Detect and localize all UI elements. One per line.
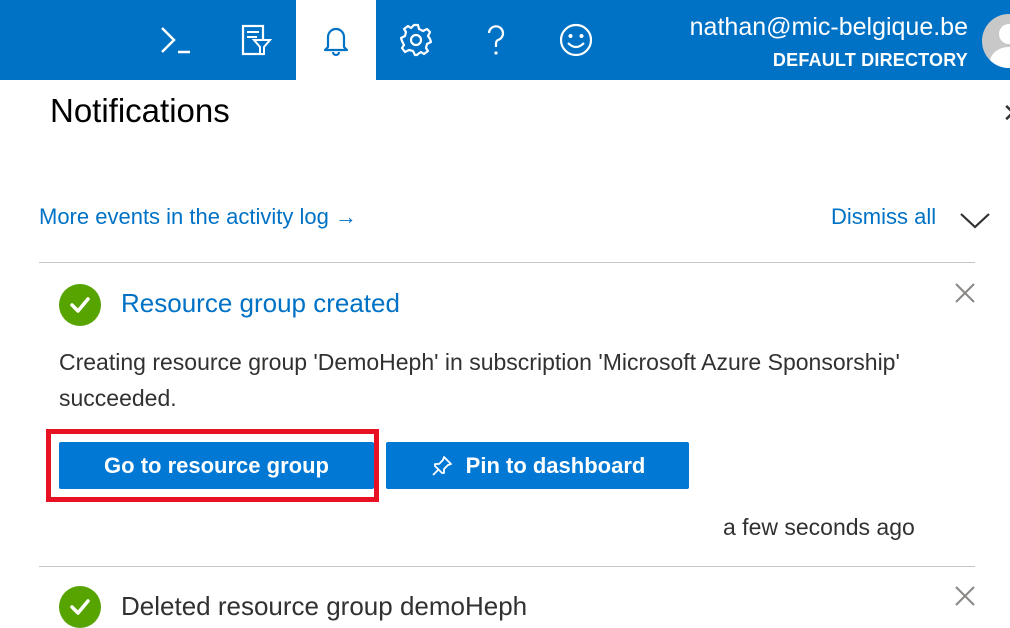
divider — [39, 566, 975, 567]
divider — [39, 262, 975, 263]
avatar-head — [999, 24, 1010, 44]
success-check-icon — [59, 284, 101, 326]
close-icon[interactable] — [953, 281, 977, 305]
notification-title: Deleted resource group demoHeph — [121, 591, 528, 621]
account-name[interactable]: nathan@mic-belgique.be — [690, 13, 968, 42]
dismiss-all-link[interactable]: Dismiss all — [831, 204, 936, 230]
pin-icon — [430, 454, 454, 478]
settings-gear-icon[interactable] — [376, 0, 456, 80]
activity-log-link[interactable]: More events in the activity log → — [39, 204, 357, 230]
notification-timestamp: a few seconds ago — [723, 514, 915, 540]
notification-description: Creating resource group 'DemoHeph' in su… — [59, 349, 900, 411]
notifications-bell-icon[interactable] — [296, 0, 376, 80]
notification-title-link[interactable]: Resource group created — [121, 288, 400, 319]
pin-to-dashboard-button[interactable]: Pin to dashboard — [386, 442, 689, 489]
help-icon[interactable] — [456, 0, 536, 80]
avatar[interactable] — [982, 14, 1010, 68]
panel-close-icon[interactable]: ✕ — [1002, 98, 1010, 129]
avatar-shoulders — [990, 47, 1010, 68]
go-to-resource-group-button[interactable]: Go to resource group — [59, 442, 374, 489]
panel-title: Notifications — [50, 92, 230, 129]
directory-filter-icon[interactable] — [216, 0, 296, 80]
feedback-smiley-icon[interactable] — [536, 0, 616, 80]
pin-to-dashboard-label: Pin to dashboard — [465, 452, 646, 478]
go-to-resource-group-label: Go to resource group — [104, 452, 329, 478]
account-directory[interactable]: DEFAULT DIRECTORY — [773, 50, 968, 71]
chevron-down-icon[interactable] — [958, 208, 992, 232]
success-check-icon — [59, 586, 101, 628]
close-icon[interactable] — [953, 584, 977, 608]
top-bar: nathan@mic-belgique.be DEFAULT DIRECTORY — [0, 0, 1010, 80]
cloud-shell-icon[interactable] — [136, 0, 216, 80]
